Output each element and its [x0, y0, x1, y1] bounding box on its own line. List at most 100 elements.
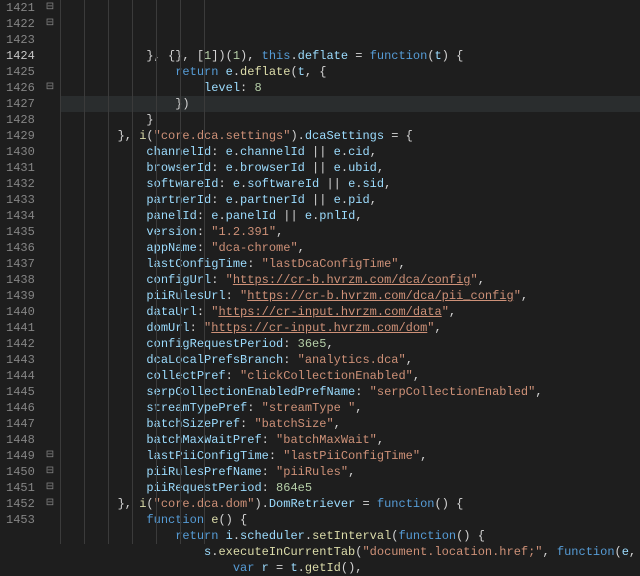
code-line[interactable]: s.executeInCurrentTab("document.location…	[60, 544, 640, 560]
code-line[interactable]: domUrl: "https://cr-input.hvrzm.com/dom"…	[60, 320, 640, 336]
code-line[interactable]: panelId: e.panelId || e.pnlId,	[60, 208, 640, 224]
code-line[interactable]: dcaLocalPrefsBranch: "analytics.dca",	[60, 352, 640, 368]
code-line[interactable]: batchMaxWaitPref: "batchMaxWait",	[60, 432, 640, 448]
code-token: appName	[146, 241, 196, 255]
code-line[interactable]: version: "1.2.391",	[60, 224, 640, 240]
code-line[interactable]: piiRequestPeriod: 864e5	[60, 480, 640, 496]
code-line[interactable]: collectPref: "clickCollectionEnabled",	[60, 368, 640, 384]
code-line[interactable]: serpCollectionEnabledPrefName: "serpColl…	[60, 384, 640, 400]
code-line[interactable]: })	[60, 96, 640, 112]
line-number[interactable]: 1443	[6, 352, 34, 368]
fold-toggle-open-icon[interactable]: ⊟	[42, 496, 58, 512]
line-number[interactable]: 1447	[6, 416, 34, 432]
line-number[interactable]: 1422	[6, 16, 34, 32]
line-number[interactable]: 1434	[6, 208, 34, 224]
line-number[interactable]: 1450	[6, 464, 34, 480]
code-line[interactable]: function e() {	[60, 512, 640, 528]
line-number[interactable]: 1426	[6, 80, 34, 96]
code-line[interactable]: piiRulesPrefName: "piiRules",	[60, 464, 640, 480]
code-line[interactable]: var r = t.getId(),	[60, 560, 640, 576]
line-number[interactable]: 1444	[6, 368, 34, 384]
code-line[interactable]: return e.deflate(t, {	[60, 64, 640, 80]
code-token: e	[622, 545, 629, 559]
code-line[interactable]: configUrl: "https://cr-b.hvrzm.com/dca/c…	[60, 272, 640, 288]
code-token: () {	[456, 529, 485, 543]
line-number[interactable]: 1437	[6, 256, 34, 272]
code-line[interactable]: lastPiiConfigTime: "lastPiiConfigTime",	[60, 448, 640, 464]
code-token: :	[240, 417, 254, 431]
line-number-gutter[interactable]: 1421142214231424142514261427142814291430…	[0, 0, 42, 544]
code-token: e	[334, 161, 341, 175]
line-number[interactable]: 1441	[6, 320, 34, 336]
line-number[interactable]: 1429	[6, 128, 34, 144]
line-number[interactable]: 1431	[6, 160, 34, 176]
code-line[interactable]: configRequestPeriod: 36e5,	[60, 336, 640, 352]
fold-toggle-open-icon[interactable]: ⊟	[42, 80, 58, 96]
line-number[interactable]: 1438	[6, 272, 34, 288]
line-number[interactable]: 1432	[6, 176, 34, 192]
fold-spacer	[42, 224, 58, 240]
code-area[interactable]: }, {}, [1])(1), this.deflate = function(…	[58, 0, 640, 544]
code-token: .	[305, 529, 312, 543]
fold-toggle-open-icon[interactable]: ⊟	[42, 448, 58, 464]
fold-toggle-open-icon[interactable]: ⊟	[42, 0, 58, 16]
fold-spacer	[42, 288, 58, 304]
line-number[interactable]: 1451	[6, 480, 34, 496]
line-number[interactable]: 1421	[6, 0, 34, 16]
line-number[interactable]: 1427	[6, 96, 34, 112]
code-token: ])(	[211, 49, 233, 63]
code-token: this	[262, 49, 291, 63]
line-number[interactable]: 1430	[6, 144, 34, 160]
code-token: DomRetriever	[269, 497, 355, 511]
line-number[interactable]: 1425	[6, 64, 34, 80]
fold-toggle-open-icon[interactable]: ⊟	[42, 16, 58, 32]
fold-toggle-open-icon[interactable]: ⊟	[42, 480, 58, 496]
code-line[interactable]: dataUrl: "https://cr-input.hvrzm.com/dat…	[60, 304, 640, 320]
line-number[interactable]: 1435	[6, 224, 34, 240]
code-token: ,	[384, 177, 391, 191]
line-number[interactable]: 1424	[6, 48, 34, 64]
line-number[interactable]: 1439	[6, 288, 34, 304]
code-line[interactable]: level: 8	[60, 80, 640, 96]
code-token: =	[269, 561, 291, 575]
code-token: ||	[305, 145, 334, 159]
code-token: "	[427, 321, 434, 335]
code-token: (	[146, 129, 153, 143]
line-number[interactable]: 1433	[6, 192, 34, 208]
fold-toggle-open-icon[interactable]: ⊟	[42, 464, 58, 480]
code-line[interactable]: softwareId: e.softwareId || e.sid,	[60, 176, 640, 192]
code-line[interactable]: streamTypePref: "streamType ",	[60, 400, 640, 416]
line-number[interactable]: 1445	[6, 384, 34, 400]
line-number[interactable]: 1440	[6, 304, 34, 320]
code-line[interactable]: batchSizePref: "batchSize",	[60, 416, 640, 432]
code-token: :	[269, 449, 283, 463]
code-line[interactable]: appName: "dca-chrome",	[60, 240, 640, 256]
code-line[interactable]: piiRulesUrl: "https://cr-b.hvrzm.com/dca…	[60, 288, 640, 304]
line-number[interactable]: 1449	[6, 448, 34, 464]
code-line[interactable]: return i.scheduler.setInterval(function(…	[60, 528, 640, 544]
code-line[interactable]: }	[60, 112, 640, 128]
code-line[interactable]: }, {}, [1])(1), this.deflate = function(…	[60, 48, 640, 64]
line-number[interactable]: 1428	[6, 112, 34, 128]
line-number[interactable]: 1446	[6, 400, 34, 416]
code-line[interactable]: browserId: e.browserId || e.ubid,	[60, 160, 640, 176]
code-token: ,	[398, 257, 405, 271]
code-line[interactable]: }, i("core.dca.dom").DomRetriever = func…	[60, 496, 640, 512]
code-token: return	[175, 529, 218, 543]
line-number[interactable]: 1448	[6, 432, 34, 448]
fold-column[interactable]: ⊟⊟⊟⊟⊟⊟⊟	[42, 0, 58, 544]
code-line[interactable]: }, i("core.dca.settings").dcaSettings = …	[60, 128, 640, 144]
line-number[interactable]: 1452	[6, 496, 34, 512]
line-number[interactable]: 1436	[6, 240, 34, 256]
fold-spacer	[42, 112, 58, 128]
code-token: ,	[543, 545, 557, 559]
code-token: ,	[521, 289, 528, 303]
code-line[interactable]: channelId: e.channelId || e.cid,	[60, 144, 640, 160]
code-editor[interactable]: 1421142214231424142514261427142814291430…	[0, 0, 640, 544]
line-number[interactable]: 1453	[6, 512, 34, 528]
code-line[interactable]: lastConfigTime: "lastDcaConfigTime",	[60, 256, 640, 272]
line-number[interactable]: 1442	[6, 336, 34, 352]
code-token: },	[118, 129, 140, 143]
line-number[interactable]: 1423	[6, 32, 34, 48]
code-line[interactable]: partnerId: e.partnerId || e.pid,	[60, 192, 640, 208]
